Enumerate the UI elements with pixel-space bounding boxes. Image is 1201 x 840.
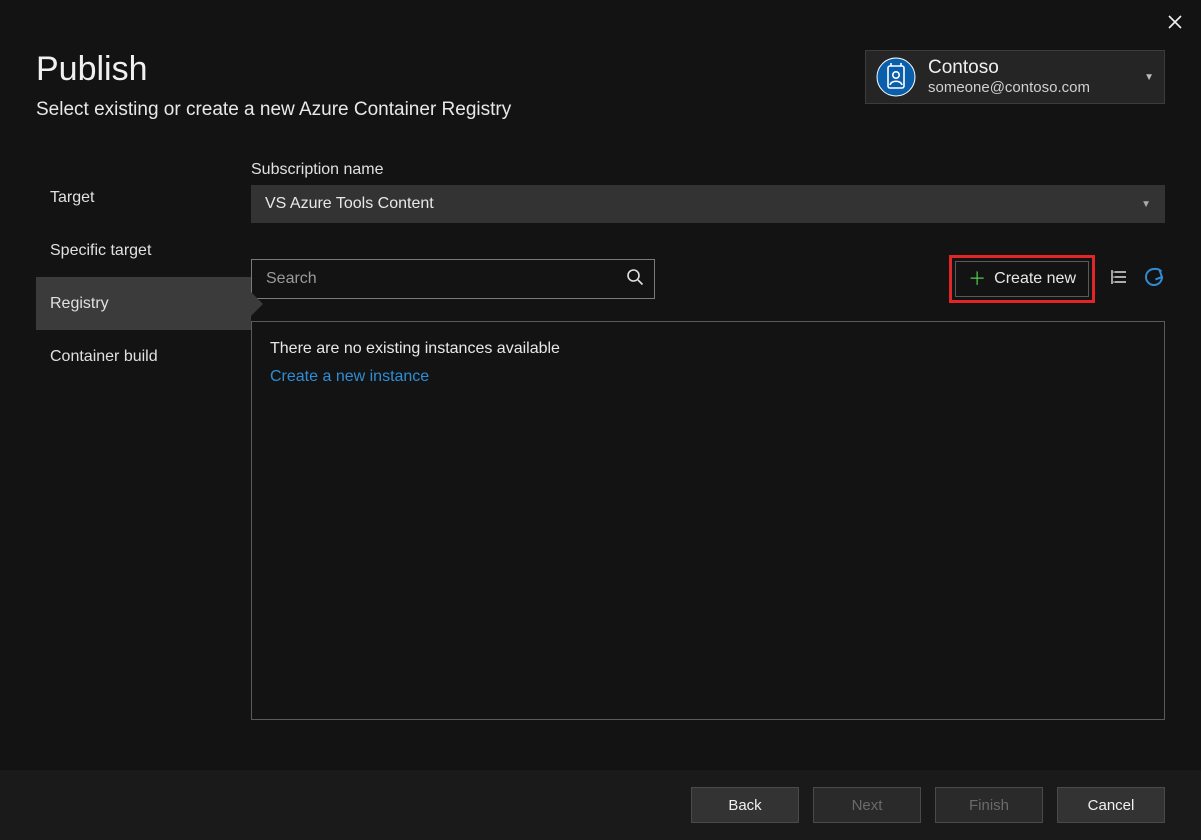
- account-email: someone@contoso.com: [928, 79, 1090, 96]
- subscription-value: VS Azure Tools Content: [265, 195, 434, 213]
- create-instance-link[interactable]: Create a new instance: [270, 368, 1146, 386]
- plus-icon: ＋: [968, 270, 986, 288]
- empty-state-text: There are no existing instances availabl…: [270, 340, 1146, 358]
- dialog-footer: Back Next Finish Cancel: [0, 770, 1201, 840]
- sidebar-item-registry[interactable]: Registry: [36, 277, 251, 330]
- close-icon[interactable]: [1167, 14, 1183, 34]
- search-input-wrapper[interactable]: [251, 259, 655, 299]
- account-avatar-icon: [876, 57, 916, 97]
- sidebar-item-specific-target[interactable]: Specific target: [36, 224, 251, 277]
- sidebar-item-label: Registry: [50, 295, 109, 313]
- tree-view-icon[interactable]: [1109, 267, 1129, 291]
- sidebar-item-target[interactable]: Target: [36, 171, 251, 224]
- sidebar-item-label: Container build: [50, 348, 158, 366]
- wizard-steps-sidebar: Target Specific target Registry Containe…: [36, 161, 251, 720]
- subscription-select[interactable]: VS Azure Tools Content ▼: [251, 185, 1165, 223]
- instances-list: There are no existing instances availabl…: [251, 321, 1165, 720]
- search-icon: [626, 268, 644, 291]
- sidebar-item-label: Target: [50, 189, 94, 207]
- sidebar-item-container-build[interactable]: Container build: [36, 330, 251, 383]
- next-button: Next: [813, 787, 921, 823]
- create-new-button[interactable]: ＋ Create new: [955, 261, 1089, 297]
- page-title: Publish: [36, 50, 511, 89]
- finish-button: Finish: [935, 787, 1043, 823]
- account-selector[interactable]: Contoso someone@contoso.com ▼: [865, 50, 1165, 104]
- cancel-button[interactable]: Cancel: [1057, 787, 1165, 823]
- subscription-label: Subscription name: [251, 161, 1165, 179]
- chevron-down-icon: ▼: [1134, 72, 1154, 83]
- account-name: Contoso: [928, 58, 1090, 79]
- create-new-highlight: ＋ Create new: [949, 255, 1095, 303]
- refresh-icon[interactable]: [1143, 266, 1165, 292]
- page-subtitle: Select existing or create a new Azure Co…: [36, 99, 511, 121]
- search-input[interactable]: [266, 270, 626, 288]
- sidebar-item-label: Specific target: [50, 242, 151, 260]
- chevron-down-icon: ▼: [1141, 199, 1151, 210]
- create-new-label: Create new: [994, 270, 1076, 288]
- back-button[interactable]: Back: [691, 787, 799, 823]
